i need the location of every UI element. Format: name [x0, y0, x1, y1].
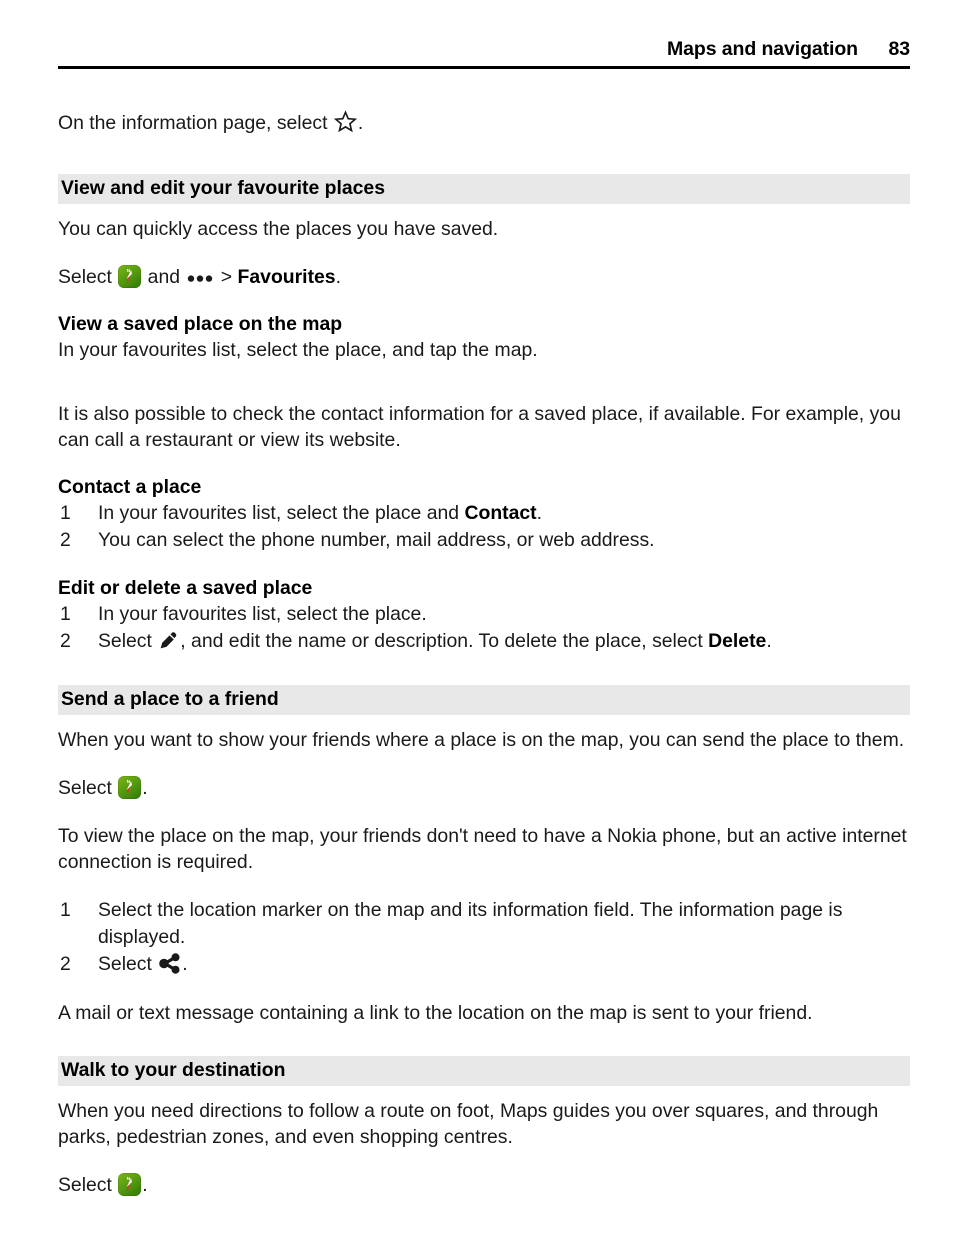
- edit-pencil-icon: [158, 630, 179, 651]
- send-place-closing-paragraph: A mail or text message containing a link…: [58, 1002, 813, 1024]
- step-number: 2: [60, 630, 71, 652]
- favourites-intro-paragraph: You can quickly access the places you ha…: [58, 218, 499, 240]
- select-prefix: Select: [58, 777, 118, 799]
- subheading-edit-delete-place: Edit or delete a saved place: [58, 577, 313, 599]
- step-text-before: You can select the phone number, mail ad…: [98, 529, 655, 551]
- list-item: 1 In your favourites list, select the pla…: [58, 601, 910, 628]
- maps-compass-icon: N: [118, 265, 142, 288]
- step-text-after: .: [182, 953, 188, 975]
- select-bold-target: Favourites: [237, 266, 336, 288]
- header-title: Maps and navigation: [667, 38, 858, 60]
- svg-text:N: N: [127, 1176, 131, 1182]
- step-number: 2: [60, 953, 71, 975]
- header-divider: [58, 66, 910, 69]
- step-text-before: In your favourites list, select the plac…: [98, 603, 427, 625]
- section-heading-send-place: Send a place to a friend: [58, 685, 910, 715]
- step-number: 2: [60, 529, 71, 551]
- select-prefix: Select: [58, 1174, 118, 1196]
- page-header: Maps and navigation 83: [58, 38, 910, 61]
- edit-delete-steps: 1 In your favourites list, select the pla…: [58, 601, 910, 655]
- favourite-star-icon: [333, 110, 357, 133]
- send-place-steps: 1 Select the location marker on the map a…: [58, 897, 910, 978]
- maps-compass-icon: N: [118, 776, 142, 799]
- page-number: 83: [888, 38, 911, 60]
- walk-destination-intro-paragraph: When you need directions to follow a rou…: [58, 1100, 879, 1148]
- send-place-select-line: Select N.: [58, 775, 910, 801]
- step-text-after: .: [766, 630, 772, 652]
- list-item: 2 You can select the phone number, mail a…: [58, 527, 910, 554]
- svg-text:N: N: [127, 779, 131, 785]
- step-text: Select the location marker on the map an…: [98, 899, 843, 948]
- step-bold: Delete: [708, 630, 767, 652]
- select-arrow: >: [215, 266, 238, 288]
- document-page: Maps and navigation 83 On the informatio…: [0, 0, 954, 1258]
- share-icon: [158, 953, 181, 974]
- svg-text:N: N: [127, 268, 131, 274]
- select-end: .: [142, 1174, 148, 1196]
- select-prefix: Select: [58, 266, 118, 288]
- options-menu-icon: [187, 274, 213, 282]
- list-item: 1 Select the location marker on the map a…: [58, 897, 910, 951]
- intro-select-line: On the information page, select .: [58, 110, 910, 136]
- section-heading-walk-destination: Walk to your destination: [58, 1056, 910, 1086]
- page-content: On the information page, select . View a…: [58, 110, 910, 1198]
- step-text-after: .: [536, 502, 543, 524]
- step-number: 1: [60, 603, 71, 625]
- step-number: 1: [60, 899, 71, 921]
- section-heading-favourites: View and edit your favourite places: [58, 174, 910, 204]
- intro-text-after: .: [357, 112, 364, 134]
- select-end: .: [335, 266, 341, 288]
- walk-destination-select-line: Select N.: [58, 1172, 910, 1198]
- step-text-before: Select: [98, 953, 158, 975]
- contact-a-place-steps: 1 In your favourites list, select the pla…: [58, 500, 910, 554]
- step-text-before: Select: [98, 630, 158, 652]
- contact-info-note: It is also possible to check the contact…: [58, 403, 901, 451]
- select-end: .: [142, 777, 148, 799]
- maps-compass-icon: N: [118, 1173, 142, 1196]
- list-item: 2 Select , and edit the name or descripti…: [58, 628, 910, 655]
- intro-text-before: On the information page, select: [58, 112, 333, 134]
- step-number: 1: [60, 502, 71, 524]
- list-item: 1 In your favourites list, select the pla…: [58, 500, 910, 527]
- select-middle: and: [142, 266, 186, 288]
- view-saved-place-body: In your favourites list, select the plac…: [58, 339, 538, 361]
- send-place-intro-paragraph: When you want to show your friends where…: [58, 729, 905, 751]
- send-place-note-paragraph: To view the place on the map, your frien…: [58, 825, 907, 873]
- step-text-mid: , and edit the name or description. To d…: [180, 630, 709, 652]
- step-bold: Contact: [464, 502, 537, 524]
- list-item: 2 Select .: [58, 951, 910, 978]
- favourites-select-line: Select N and > Favourites.: [58, 264, 910, 290]
- subheading-contact-a-place: Contact a place: [58, 476, 202, 498]
- subheading-view-saved-place: View a saved place on the map: [58, 313, 343, 335]
- step-text-before: In your favourites list, select the plac…: [98, 502, 465, 524]
